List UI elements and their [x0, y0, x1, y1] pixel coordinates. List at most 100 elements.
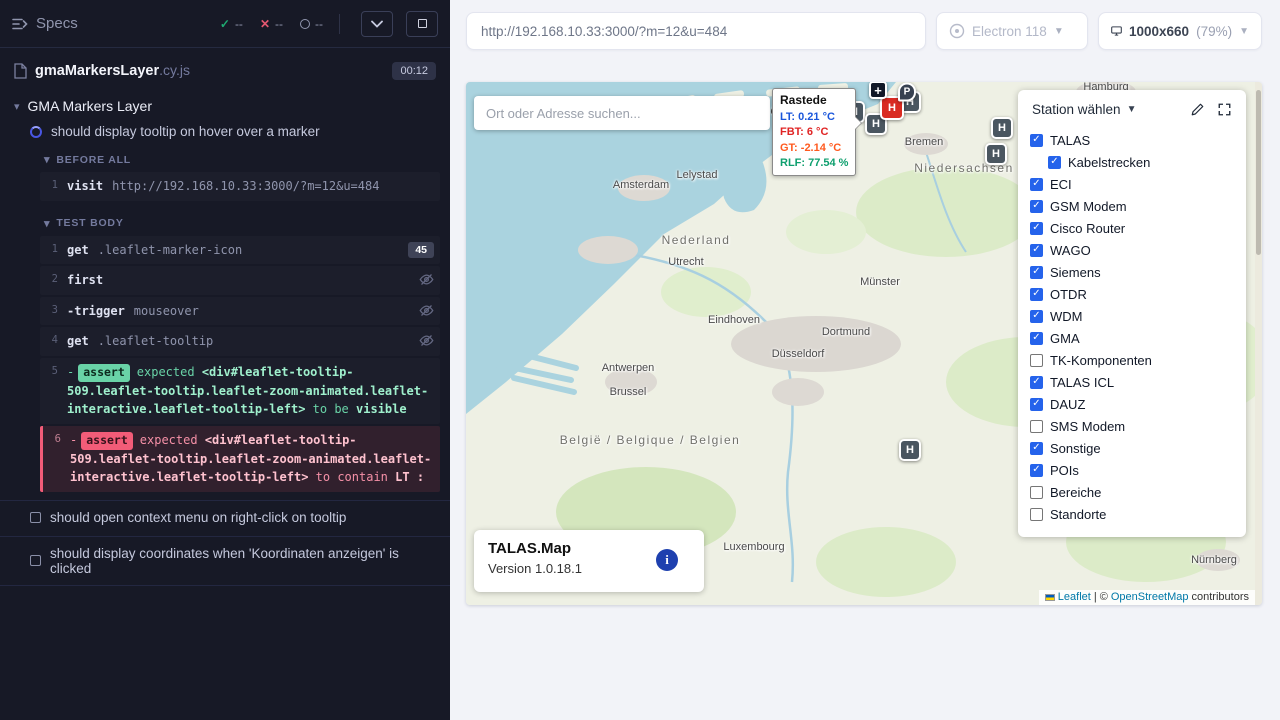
checked-checkbox[interactable]: ✓ — [1030, 464, 1043, 477]
leaflet-link[interactable]: Leaflet — [1058, 591, 1091, 603]
checked-checkbox[interactable]: ✓ — [1030, 332, 1043, 345]
viewport-select[interactable]: 1000x660 (79%) ▼ — [1098, 12, 1262, 50]
command-number: 5 — [40, 363, 58, 377]
spec-file-row[interactable]: gmaMarkersLayer.cy.js 00:12 — [0, 48, 450, 90]
pin-marker[interactable]: P — [898, 83, 916, 102]
command-number: 3 — [40, 302, 58, 316]
layer-toggle-wago[interactable]: ✓WAGO — [1030, 239, 1234, 261]
layer-label: Bereiche — [1050, 485, 1101, 500]
checked-checkbox[interactable]: ✓ — [1030, 376, 1043, 389]
scrollbar-thumb[interactable] — [1256, 90, 1261, 255]
layer-toggle-cisco-router[interactable]: ✓Cisco Router — [1030, 217, 1234, 239]
unchecked-checkbox[interactable] — [1030, 354, 1043, 367]
unchecked-checkbox[interactable] — [1030, 486, 1043, 499]
station-marker[interactable]: H — [899, 439, 921, 461]
layer-toggle-kabelstrecken[interactable]: ✓Kabelstrecken — [1048, 151, 1234, 173]
checked-checkbox[interactable]: ✓ — [1030, 310, 1043, 323]
layer-toggle-sonstige[interactable]: ✓Sonstige — [1030, 437, 1234, 459]
stop-button[interactable] — [406, 11, 438, 37]
collapse-all-button[interactable] — [361, 11, 393, 37]
layer-toggle-bereiche[interactable]: Bereiche — [1030, 481, 1234, 503]
layer-toggle-wdm[interactable]: ✓WDM — [1030, 305, 1234, 327]
layer-toggle-tk-komponenten[interactable]: TK-Komponenten — [1030, 349, 1234, 371]
elapsed-time-badge: 00:12 — [392, 62, 436, 80]
before-all-header[interactable]: ▾ BEFORE ALL — [0, 143, 450, 170]
pending-test[interactable]: should open context menu on right-click … — [0, 500, 450, 534]
checked-checkbox[interactable]: ✓ — [1030, 288, 1043, 301]
checked-checkbox[interactable]: ✓ — [1030, 200, 1043, 213]
layer-label: POIs — [1050, 463, 1079, 478]
checked-checkbox[interactable]: ✓ — [1030, 244, 1043, 257]
running-test[interactable]: should display tooltip on hover over a m… — [0, 118, 450, 143]
layer-toggle-siemens[interactable]: ✓Siemens — [1030, 261, 1234, 283]
leaflet-map[interactable]: HamburgGroningenBremenNiedersachsenLelys… — [466, 82, 1262, 605]
command-number: 2 — [40, 271, 58, 285]
pending-test[interactable]: should display coordinates when 'Koordin… — [0, 536, 450, 585]
tooltip-measurement: GT: -2.14 °C — [780, 141, 848, 156]
checked-checkbox[interactable]: ✓ — [1030, 398, 1043, 411]
edit-pencil-icon[interactable] — [1190, 102, 1205, 117]
command-text: -assertexpected <div#leaflet-tooltip-509… — [67, 363, 434, 419]
layer-toggle-dauz[interactable]: ✓DAUZ — [1030, 393, 1234, 415]
command-number: 1 — [40, 177, 58, 191]
map-search-input[interactable] — [474, 96, 770, 130]
chevron-down-icon[interactable]: ▼ — [1127, 104, 1137, 115]
unchecked-checkbox[interactable] — [1030, 508, 1043, 521]
aut-scrollbar[interactable] — [1255, 82, 1262, 605]
plus-marker[interactable]: + — [869, 82, 887, 99]
viewport-monitor-icon — [1111, 24, 1122, 38]
layer-toggle-gma[interactable]: ✓GMA — [1030, 327, 1234, 349]
aut-panel: http://192.168.10.33:3000/?m=12&u=484 El… — [450, 0, 1280, 720]
layer-toggle-otdr[interactable]: ✓OTDR — [1030, 283, 1234, 305]
command-row-assert[interactable]: 6-assertexpected <div#leaflet-tooltip-50… — [40, 426, 440, 492]
layer-toggle-talas[interactable]: ✓ TALAS — [1030, 129, 1234, 151]
command-row-assert[interactable]: 5 -assertexpected <div#leaflet-tooltip-50… — [40, 358, 440, 424]
browser-label: Electron 118 — [972, 24, 1047, 39]
station-select-label[interactable]: Station wählen — [1032, 102, 1121, 117]
openstreetmap-link[interactable]: OpenStreetMap — [1111, 591, 1189, 603]
station-marker[interactable]: H — [985, 143, 1007, 165]
info-icon[interactable]: i — [656, 549, 678, 571]
chevron-down-icon: ▼ — [1239, 26, 1249, 37]
app-info-card: TALAS.Map Version 1.0.18.1 i — [474, 530, 704, 592]
specs-menu-button[interactable]: Specs — [12, 15, 78, 32]
aut-topbar: http://192.168.10.33:3000/?m=12&u=484 El… — [450, 0, 1280, 62]
checked-checkbox[interactable]: ✓ — [1030, 266, 1043, 279]
suite-header[interactable]: ▾ GMA Markers Layer — [0, 90, 450, 118]
pending-test-icon — [30, 555, 41, 566]
marker-tooltip[interactable]: Rastede LT: 0.21 °CFBT: 6 °CGT: -2.14 °C… — [772, 88, 856, 176]
command-row-visit[interactable]: 1visithttp://192.168.10.33:3000/?m=12&u=… — [40, 172, 440, 201]
layer-toggle-standorte[interactable]: Standorte — [1030, 503, 1234, 525]
expand-fullscreen-icon[interactable] — [1217, 102, 1232, 117]
station-marker[interactable]: H — [991, 117, 1013, 139]
checked-checkbox[interactable]: ✓ — [1030, 442, 1043, 455]
layer-toggle-talas-icl[interactable]: ✓TALAS ICL — [1030, 371, 1234, 393]
url-input[interactable]: http://192.168.10.33:3000/?m=12&u=484 — [466, 12, 926, 50]
station-panel-header: Station wählen ▼ — [1030, 100, 1234, 129]
layer-toggle-sms-modem[interactable]: SMS Modem — [1030, 415, 1234, 437]
command-row-trigger[interactable]: 3-triggermouseover — [40, 297, 440, 326]
cypress-reporter: Specs ✓-- ✕-- -- gmaMarkersLayer.cy.js 0… — [0, 0, 450, 720]
layer-toggle-gsm-modem[interactable]: ✓GSM Modem — [1030, 195, 1234, 217]
viewport-size: 1000x660 — [1129, 24, 1189, 39]
passed-count: ✓-- — [220, 17, 243, 31]
checked-checkbox[interactable]: ✓ — [1030, 178, 1043, 191]
layer-label: TALAS — [1050, 133, 1090, 148]
checked-checkbox[interactable]: ✓ — [1030, 134, 1043, 147]
unchecked-checkbox[interactable] — [1030, 420, 1043, 433]
layer-toggle-eci[interactable]: ✓ECI — [1030, 173, 1234, 195]
command-row-get[interactable]: 4get.leaflet-tooltip — [40, 327, 440, 356]
layer-toggle-pois[interactable]: ✓ POIs — [1030, 459, 1234, 481]
test-body-header[interactable]: ▾ TEST BODY — [0, 207, 450, 234]
suite-caret-icon: ▾ — [14, 100, 20, 113]
command-row-first[interactable]: 2 first — [40, 266, 440, 295]
command-text: -assertexpected <div#leaflet-tooltip-509… — [70, 431, 434, 487]
spec-file-icon — [14, 63, 27, 79]
browser-select[interactable]: Electron 118 ▼ — [936, 12, 1088, 50]
chevron-down-icon — [371, 20, 383, 28]
checked-checkbox[interactable]: ✓ — [1048, 156, 1061, 169]
command-row-get[interactable]: 1get.leaflet-marker-icon45 — [40, 236, 440, 265]
checked-checkbox[interactable]: ✓ — [1030, 222, 1043, 235]
command-text: first — [67, 271, 419, 290]
ukraine-flag-icon — [1045, 594, 1055, 601]
